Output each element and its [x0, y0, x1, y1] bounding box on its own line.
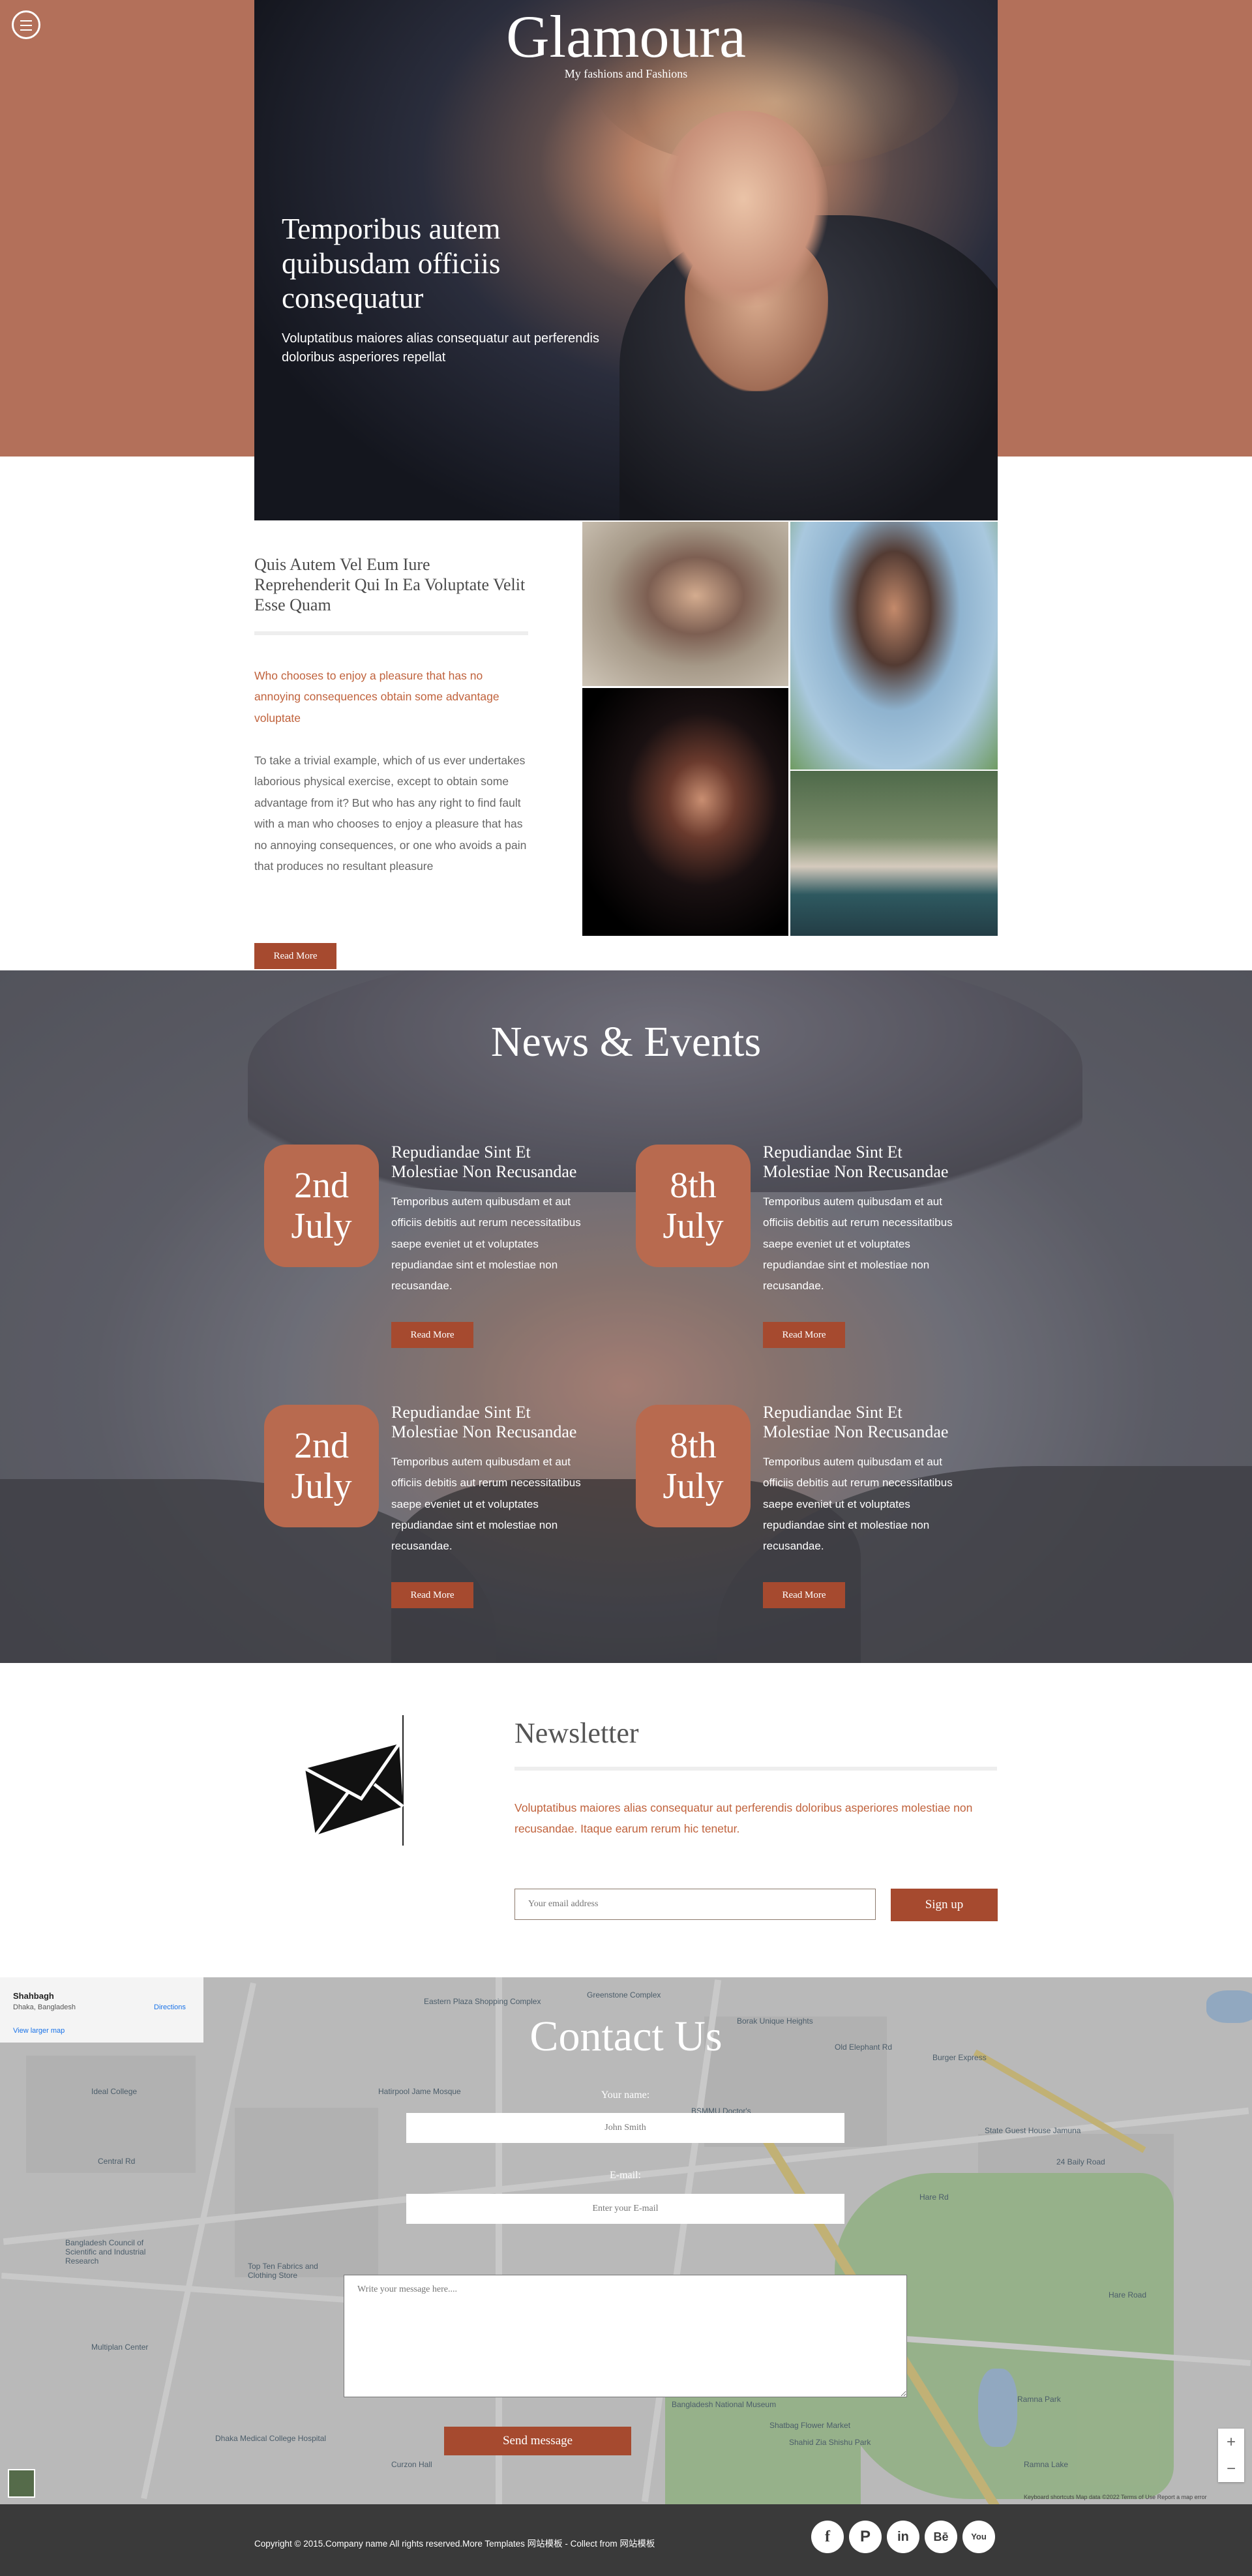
map-label: Shatbag Flower Market — [769, 2421, 851, 2430]
name-label: Your name: — [601, 2089, 650, 2101]
hero-text: Voluptatibus maiores alias consequatur a… — [282, 331, 599, 365]
event-text: Temporibus autem quibusdam et aut offici… — [391, 1456, 581, 1553]
map-label: Hare Rd — [919, 2193, 949, 2202]
envelope-icon — [301, 1715, 406, 1846]
map-label: Greenstone Complex — [587, 1990, 661, 1999]
gallery-photo-car[interactable] — [790, 771, 998, 936]
event-date-badge: 2nd July — [264, 1405, 379, 1527]
gallery-photo-palm[interactable] — [790, 522, 998, 770]
contact-title: Contact Us — [529, 2013, 723, 2060]
linkedin-icon[interactable]: in — [887, 2521, 919, 2553]
newsletter-email-input[interactable] — [514, 1889, 876, 1920]
newsletter-title: Newsletter — [514, 1717, 639, 1749]
event-day: 2nd — [294, 1165, 349, 1206]
footer-copyright: Copyright © 2015.Company name All rights… — [254, 2539, 655, 2549]
event-month: July — [291, 1466, 352, 1506]
intro-divider — [254, 631, 528, 635]
map-label: Shahid Zia Shishu Park — [789, 2438, 871, 2447]
event-title[interactable]: Repudiandae Sint Et Molestiae Non Recusa… — [763, 1143, 972, 1182]
menu-icon[interactable] — [12, 10, 40, 39]
map-label: Dhaka Medical College Hospital — [215, 2434, 327, 2443]
map-label: Ramna Lake — [1024, 2460, 1069, 2469]
email-field[interactable] — [406, 2194, 844, 2224]
zoom-out-button[interactable]: − — [1218, 2455, 1244, 2482]
event-title[interactable]: Repudiandae Sint Et Molestiae Non Recusa… — [391, 1403, 600, 1442]
facebook-icon[interactable]: f — [811, 2521, 844, 2553]
event-text: Temporibus autem quibusdam et aut offici… — [763, 1456, 953, 1553]
zoom-in-button[interactable]: + — [1218, 2429, 1244, 2455]
event-day: 2nd — [294, 1426, 349, 1466]
event-day: 8th — [670, 1426, 717, 1466]
newsletter-text: Voluptatibus maiores alias consequatur a… — [514, 1801, 973, 1836]
event-date-badge: 8th July — [636, 1145, 751, 1267]
map-label: Curzon Hall — [391, 2460, 432, 2469]
gallery-photo-sunglasses[interactable] — [582, 522, 788, 686]
map-satellite-toggle[interactable] — [8, 2469, 35, 2498]
map-label: Hare Road — [1109, 2290, 1147, 2299]
map-label: Multiplan Center — [91, 2343, 149, 2352]
intro-title: Quis Autem Vel Eum Iure Reprehenderit Qu… — [254, 555, 526, 615]
event-date-badge: 2nd July — [264, 1145, 379, 1267]
map-label: 24 Baily Road — [1056, 2157, 1105, 2166]
event-text: Temporibus autem quibusdam et aut offici… — [391, 1195, 581, 1293]
event-month: July — [663, 1466, 724, 1506]
site-title[interactable]: Glamoura — [254, 3, 998, 70]
youtube-icon[interactable]: You — [962, 2521, 995, 2553]
name-field[interactable] — [406, 2113, 844, 2143]
pinterest-icon[interactable]: P — [849, 2521, 882, 2553]
event-title[interactable]: Repudiandae Sint Et Molestiae Non Recusa… — [391, 1143, 600, 1182]
email-label: E-mail: — [610, 2170, 641, 2181]
event-title[interactable]: Repudiandae Sint Et Molestiae Non Recusa… — [763, 1403, 972, 1442]
map-directions-link[interactable]: Directions — [154, 2003, 186, 2011]
event-date-badge: 8th July — [636, 1405, 751, 1527]
site-tagline: My fashions and Fashions — [564, 67, 688, 80]
intro-body-text: To take a trivial example, which of us e… — [254, 754, 527, 873]
message-field[interactable] — [344, 2275, 907, 2397]
map-zoom-control: + − — [1218, 2429, 1244, 2482]
map-place-name: Shahbagh — [13, 1991, 54, 2001]
event-month: July — [291, 1206, 352, 1246]
behance-icon[interactable]: Bē — [925, 2521, 957, 2553]
event-read-more-button[interactable]: Read More — [391, 1582, 473, 1608]
event-read-more-button[interactable]: Read More — [391, 1322, 473, 1348]
map-label: Bangladesh National Museum — [672, 2400, 777, 2409]
map-label: Eastern Plaza Shopping Complex — [424, 1997, 541, 2006]
hero-face — [659, 111, 828, 307]
map-place-address: Dhaka, Bangladesh — [13, 2003, 76, 2011]
send-message-button[interactable]: Send message — [444, 2427, 631, 2455]
news-title: News & Events — [490, 1018, 762, 1066]
news-bg-overlay — [0, 970, 1252, 1663]
map-label: Ideal College — [91, 2087, 138, 2096]
event-read-more-button[interactable]: Read More — [763, 1322, 845, 1348]
intro-read-more-button[interactable]: Read More — [254, 943, 336, 969]
event-read-more-button[interactable]: Read More — [763, 1582, 845, 1608]
event-month: July — [663, 1206, 724, 1246]
newsletter-divider — [514, 1767, 997, 1771]
event-day: 8th — [670, 1165, 717, 1206]
newsletter-signup-button[interactable]: Sign up — [891, 1889, 998, 1921]
intro-accent-text: Who chooses to enjoy a pleasure that has… — [254, 669, 499, 725]
map-label: State Guest House Jamuna — [985, 2126, 1081, 2135]
map-label: Ramna Park — [1017, 2395, 1061, 2404]
map-label: Central Rd — [98, 2157, 136, 2166]
news-background — [0, 970, 1252, 1663]
gallery-photo-dark[interactable] — [582, 688, 788, 936]
hero-heading: Temporibus autem quibusdam officiis cons… — [282, 213, 501, 315]
map-label: Bangladesh Council of Scientific and Ind… — [65, 2238, 146, 2266]
event-text: Temporibus autem quibusdam et aut offici… — [763, 1195, 953, 1293]
map-attribution: Keyboard shortcuts Map data ©2022 Terms … — [1024, 2494, 1207, 2500]
map-label: Top Ten Fabrics and Clothing Store — [248, 2262, 318, 2280]
